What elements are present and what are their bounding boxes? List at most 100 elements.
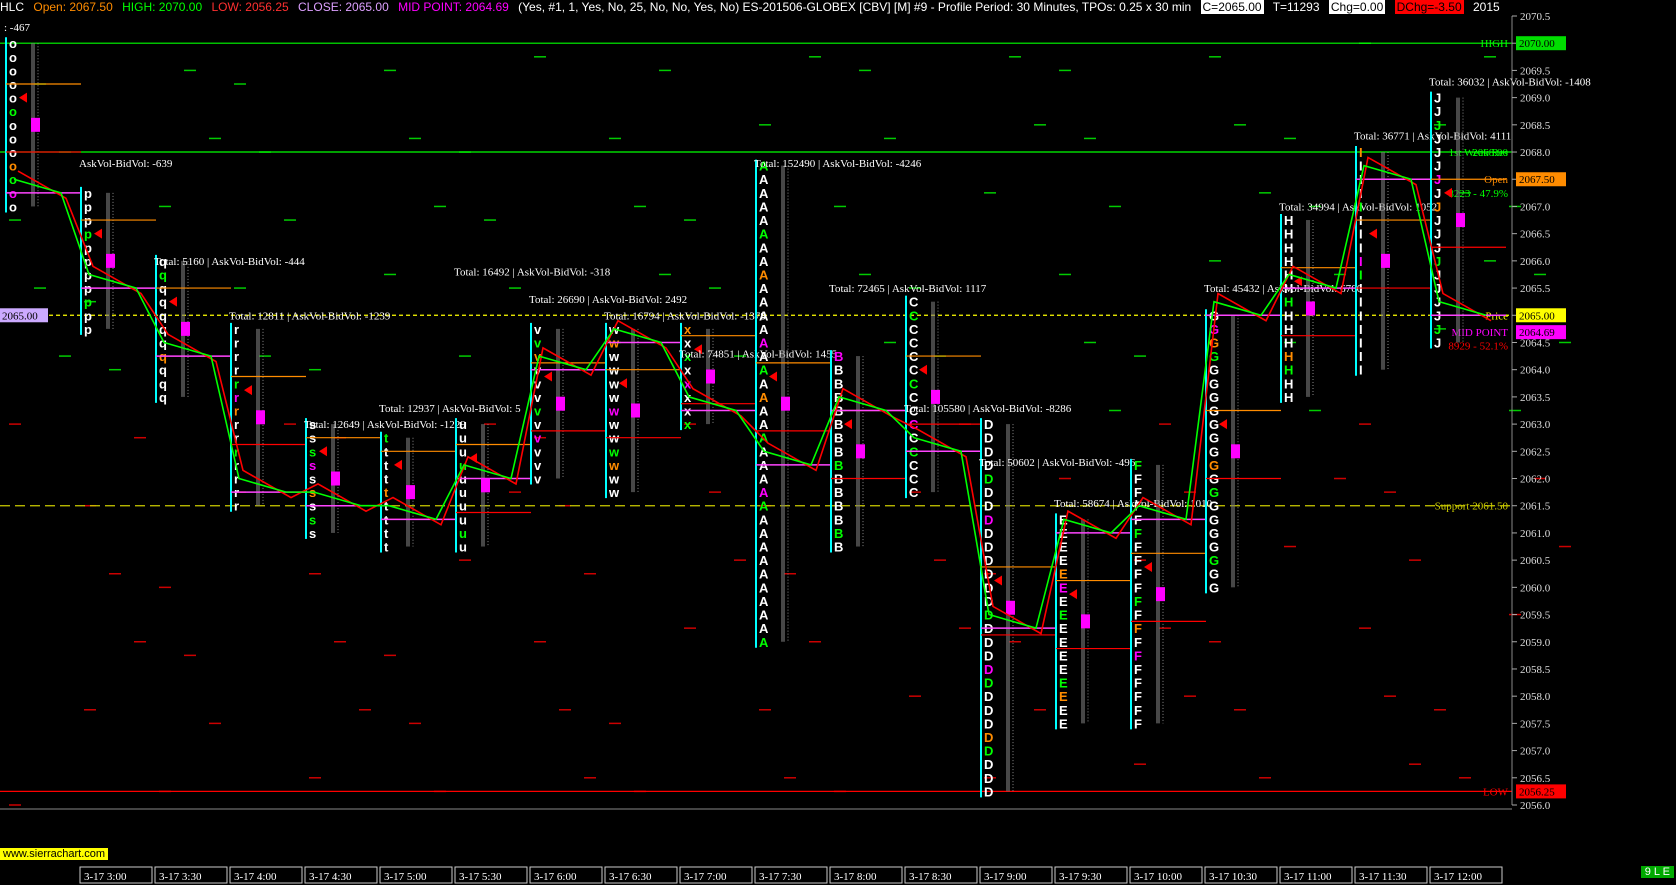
close-value: CLOSE: 2065.00	[298, 0, 389, 14]
x-tick-label: 3-17 3:30	[159, 871, 202, 883]
change-box: Chg=0.00	[1328, 0, 1386, 14]
poc-marker	[1081, 614, 1090, 629]
y-tick-label: 2064.0	[1520, 365, 1551, 377]
poc-marker	[1006, 600, 1015, 615]
y-tick-label: 2056.5	[1520, 773, 1551, 785]
x-tick-label: 3-17 12:00	[1434, 871, 1482, 883]
volume-annotation: Total: 16492 | AskVol-BidVol: -318	[454, 267, 611, 279]
y-tick-label: 2063.0	[1520, 419, 1551, 431]
right-annotation: Open	[1484, 174, 1508, 186]
close-box: C=2065.00	[1200, 0, 1264, 14]
tpo-letter: B	[834, 540, 843, 555]
poc-marker	[1456, 213, 1465, 228]
poc-marker	[1156, 587, 1165, 602]
arrow-marker	[844, 419, 852, 430]
volume-annotation: Total: 36032 | AskVol-BidVol: -1408	[1429, 76, 1591, 88]
arrow-marker	[769, 371, 777, 382]
x-tick-label: 3-17 7:00	[684, 871, 727, 883]
arrow-marker	[544, 371, 552, 382]
poc-marker	[31, 117, 40, 132]
y-tick-label: 2061.0	[1520, 528, 1551, 540]
arrow-marker	[919, 364, 927, 375]
tpo-letter: v	[534, 472, 542, 487]
watermark[interactable]: www.sierrachart.com	[0, 848, 109, 860]
tpo-letter: w	[608, 485, 620, 500]
poc-marker	[856, 444, 865, 459]
open-value: Open: 2067.50	[33, 0, 113, 14]
arrow-marker	[319, 446, 327, 457]
tpo-letter: D	[984, 784, 993, 799]
y-tick-label: 2067.0	[1520, 201, 1551, 213]
tpo-letter: r	[234, 499, 239, 514]
status-badge: 9 L E	[1640, 866, 1674, 878]
y-tick-label: 2059.0	[1520, 637, 1551, 649]
tpo-letter: H	[1284, 390, 1293, 405]
price-marker-label: 2056.25	[1519, 786, 1555, 798]
x-tick-label: 3-17 9:30	[1059, 871, 1102, 883]
tpo-letter: E	[1059, 716, 1068, 731]
arrow-marker	[994, 575, 1002, 586]
level-label: Price	[1485, 310, 1508, 322]
tpo-letter: C	[909, 485, 919, 500]
volume-annotation: Total: 72465 | AskVol-BidVol: 1117	[829, 283, 987, 295]
x-tick-label: 3-17 10:30	[1209, 871, 1257, 883]
volume-annotation: AskVol-BidVol: -639	[79, 158, 173, 170]
volume-annotation: Total: 36771 | AskVol-BidVol: 4111	[1354, 131, 1511, 143]
y-tick-label: 2066.0	[1520, 256, 1551, 268]
y-tick-label: 2057.0	[1520, 746, 1551, 758]
x-tick-label: 3-17 5:00	[384, 871, 427, 883]
poc-marker	[106, 253, 115, 268]
x-tick-label: 3-17 10:00	[1134, 871, 1182, 883]
tpo-letter: q	[159, 390, 167, 405]
low-value: LOW: 2056.25	[211, 0, 289, 14]
tpo-letter: p	[84, 322, 92, 337]
poc-marker	[406, 485, 415, 500]
y-tick-label: 2061.5	[1520, 501, 1551, 513]
y-tick-label: 2063.5	[1520, 392, 1551, 404]
arrow-marker	[1369, 228, 1377, 239]
y-tick-label: 2057.5	[1520, 718, 1551, 730]
tpo-letter: t	[384, 540, 389, 555]
x-tick-label: 3-17 6:00	[534, 871, 577, 883]
tpo-letter: s	[309, 526, 316, 541]
y-tick-label: 2062.0	[1520, 474, 1551, 486]
volume-annotation: Total: 26690 | AskVol-BidVol: 2492	[529, 294, 687, 306]
daily-change-box: DChg=-3.50	[1394, 0, 1464, 14]
y-tick-label: 2068.0	[1520, 147, 1551, 159]
volume-annotation: Total: 5160 | AskVol-BidVol: -444	[154, 256, 305, 268]
market-profile-chart[interactable]: HIGH1st Weak ResSupport 2061.50PriceLOW2…	[0, 0, 1676, 885]
arrow-marker	[1069, 589, 1077, 600]
arrow-marker	[1219, 419, 1227, 430]
right-annotation: 2068.00	[1472, 147, 1508, 159]
ticks-box: T=11293	[1272, 0, 1320, 14]
y-tick-label: 2069.5	[1520, 65, 1551, 77]
poc-marker	[1381, 253, 1390, 268]
right-annotation: 8929 - 52.1%	[1448, 341, 1508, 353]
level-label: HIGH	[1481, 38, 1509, 50]
tpo-letter: I	[1359, 363, 1363, 378]
y-tick-label: 2065.5	[1520, 283, 1551, 295]
arrow-marker	[19, 92, 27, 103]
x-tick-label: 3-17 7:30	[759, 871, 802, 883]
poc-marker	[1306, 301, 1315, 316]
poc-marker	[1231, 444, 1240, 459]
price-marker-label: 2067.50	[1519, 174, 1555, 186]
level-label: LOW	[1483, 786, 1509, 798]
y-tick-label: 2069.0	[1520, 93, 1551, 105]
level-label: Support 2061.50	[1435, 501, 1509, 513]
arrow-marker	[619, 378, 627, 389]
poc-marker	[481, 478, 490, 493]
volume-annotation: : -467	[4, 22, 30, 34]
price-marker-label: 2064.69	[1519, 327, 1555, 339]
x-tick-label: 3-17 4:30	[309, 871, 352, 883]
study-params: (Yes, #1, 1, Yes, No, 25, No, No, Yes, N…	[518, 0, 1192, 14]
y-tick-label: 2068.5	[1520, 120, 1551, 132]
x-tick-label: 3-17 8:00	[834, 871, 877, 883]
tpo-letter: A	[759, 635, 769, 650]
volume-annotation: Total: 105580 | AskVol-BidVol: -8286	[904, 403, 1072, 415]
tpo-letter: x	[684, 417, 692, 432]
y-tick-label: 2058.5	[1520, 664, 1551, 676]
price-marker-label: 2070.00	[1519, 38, 1555, 50]
y-tick-label: 2064.5	[1520, 337, 1551, 349]
tpo-letter: G	[1209, 580, 1219, 595]
